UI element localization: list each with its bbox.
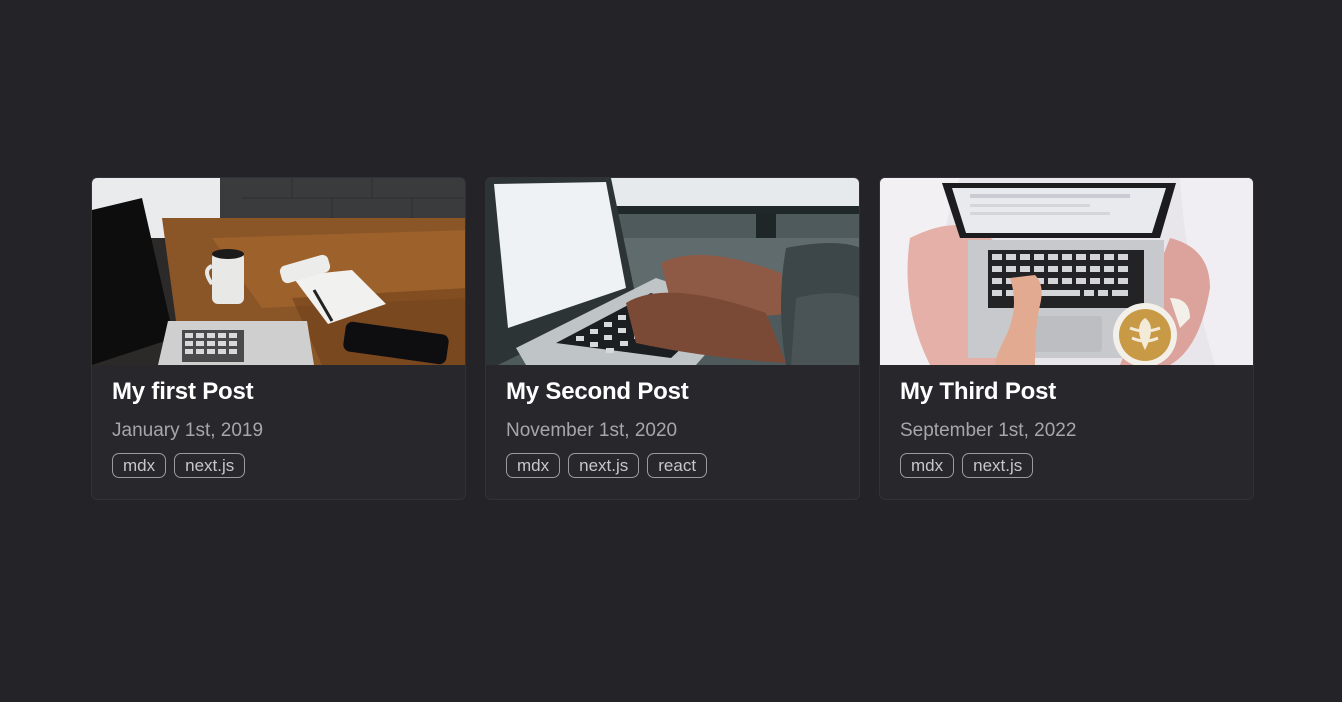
tag-list: mdx next.js react: [506, 453, 839, 478]
post-card-grid: My first Post January 1st, 2019 mdx next…: [91, 177, 1254, 500]
post-card[interactable]: My first Post January 1st, 2019 mdx next…: [91, 177, 466, 500]
tag-nextjs[interactable]: next.js: [962, 453, 1034, 478]
post-title[interactable]: My first Post: [112, 377, 445, 407]
post-thumbnail-laptop-latte[interactable]: [880, 178, 1254, 365]
post-card[interactable]: My Second Post November 1st, 2020 mdx ne…: [485, 177, 860, 500]
tag-nextjs[interactable]: next.js: [174, 453, 246, 478]
tag-react[interactable]: react: [647, 453, 708, 478]
tag-mdx[interactable]: mdx: [112, 453, 167, 478]
post-thumbnail-desk-laptop[interactable]: [92, 178, 466, 365]
tag-mdx[interactable]: mdx: [506, 453, 561, 478]
tag-list: mdx next.js: [112, 453, 445, 478]
post-date: November 1st, 2020: [506, 420, 678, 441]
post-date: September 1st, 2022: [900, 420, 1077, 441]
tag-mdx[interactable]: mdx: [900, 453, 955, 478]
post-title[interactable]: My Third Post: [900, 377, 1233, 407]
post-date: January 1st, 2019: [112, 420, 264, 441]
post-title[interactable]: My Second Post: [506, 377, 839, 407]
post-thumbnail-typing-laptop[interactable]: [486, 178, 860, 365]
tag-nextjs[interactable]: next.js: [568, 453, 640, 478]
post-card[interactable]: My Third Post September 1st, 2022 mdx ne…: [879, 177, 1254, 500]
tag-list: mdx next.js: [900, 453, 1233, 478]
